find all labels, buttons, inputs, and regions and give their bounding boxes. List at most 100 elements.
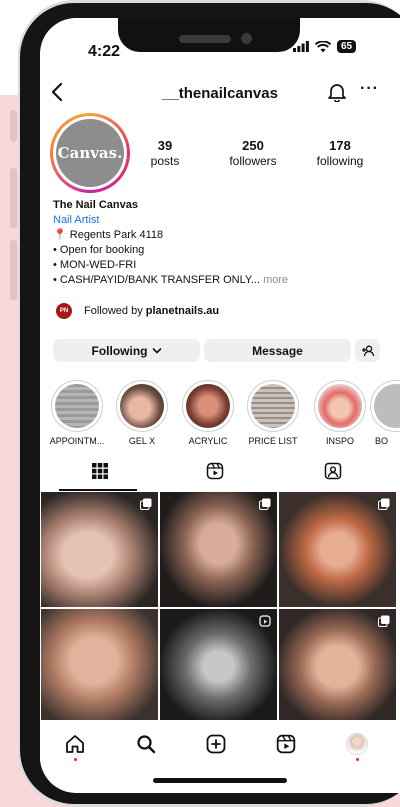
highlight-label: GEL X [128, 436, 156, 446]
avatar-border: Canvas. [53, 116, 127, 190]
grid-post[interactable] [41, 492, 158, 607]
followed-by-prefix: Followed by [84, 305, 143, 317]
create-icon[interactable] [206, 734, 226, 754]
reels-icon [206, 462, 224, 480]
wifi-icon [315, 40, 331, 52]
grid-post[interactable] [160, 492, 277, 607]
bio-line: • MON-WED-FRI [53, 259, 137, 271]
highlight-ring [51, 380, 103, 432]
stat-value: 250 [242, 138, 264, 153]
following-label: Following [91, 343, 148, 358]
grid-post[interactable] [279, 492, 396, 607]
active-tab-indicator [59, 489, 137, 491]
notification-dot [74, 758, 77, 761]
bell-icon[interactable] [328, 82, 346, 102]
highlight-label: BO [375, 436, 389, 446]
island-speaker [179, 35, 231, 43]
highlight-partial[interactable]: BO [370, 380, 400, 446]
profile-username: __thenailcanvas [162, 85, 278, 102]
follower-avatar: PN [56, 303, 72, 319]
reels-icon[interactable] [276, 734, 296, 754]
highlight-price-list[interactable]: PRICE LIST [243, 380, 303, 446]
reel-badge-icon [259, 615, 271, 627]
highlight-cover [55, 384, 99, 428]
follower-logo-text: PN [59, 308, 69, 314]
profile-topbar: __thenailcanvas ··· [40, 80, 400, 110]
grid-post[interactable] [41, 609, 158, 724]
highlight-cover [251, 384, 295, 428]
profile-bio: The Nail Canvas Nail Artist 📍 Regents Pa… [53, 198, 388, 288]
side-button [10, 110, 17, 142]
highlight-cover [120, 384, 164, 428]
bio-line-last: • CASH/PAYID/BANK TRANSFER ONLY... more [53, 273, 388, 288]
notification-dot [356, 758, 359, 761]
avatar: Canvas. [56, 119, 124, 187]
highlight-appointments[interactable]: APPOINTM... [47, 380, 107, 446]
profile-category[interactable]: Nail Artist [53, 213, 388, 228]
side-button [10, 240, 17, 300]
stat-value: 178 [329, 138, 351, 153]
stat-value: 39 [157, 138, 173, 153]
signal-icon [293, 41, 309, 52]
tab-reels[interactable] [155, 462, 275, 492]
profile-name: The Nail Canvas [53, 199, 138, 211]
stat-followers[interactable]: 250 followers [218, 138, 288, 168]
highlight-ring [182, 380, 234, 432]
highlight-label: ACRYLIC [188, 436, 228, 446]
tab-posts-grid[interactable] [40, 462, 160, 492]
stat-posts[interactable]: 39 posts [140, 138, 190, 168]
multi-photo-icon [378, 615, 390, 627]
highlight-inspo[interactable]: INSPO [310, 380, 370, 446]
avatar-logo-text: Canvas. [57, 144, 123, 162]
home-icon[interactable] [65, 734, 85, 754]
bio-more-link[interactable]: more [263, 274, 288, 286]
tab-tagged[interactable] [273, 462, 393, 492]
status-icons: 65 [293, 40, 357, 53]
more-icon[interactable]: ··· [360, 80, 379, 98]
highlight-ring [314, 380, 366, 432]
highlight-label: INSPO [325, 436, 354, 446]
profile-tabs [40, 458, 400, 492]
highlight-ring [116, 380, 168, 432]
highlight-ring [370, 380, 400, 432]
bio-line: • CASH/PAYID/BANK TRANSFER ONLY... [53, 274, 260, 286]
following-button[interactable]: Following [53, 339, 200, 362]
multi-photo-icon [140, 498, 152, 510]
island-camera [241, 33, 252, 44]
profile-icon[interactable] [346, 733, 368, 755]
multi-photo-icon [378, 498, 390, 510]
highlight-cover [186, 384, 230, 428]
followed-by[interactable]: PN Followed by planetnails.au [56, 303, 219, 319]
highlight-label: PRICE LIST [248, 436, 298, 446]
bio-line: • Open for booking [53, 244, 145, 256]
stat-label: followers [229, 154, 277, 168]
highlight-ring [247, 380, 299, 432]
highlight-cover [318, 384, 362, 428]
search-icon[interactable] [136, 734, 156, 754]
message-label: Message [252, 343, 303, 358]
battery-level: 65 [337, 40, 357, 53]
highlight-gel-x[interactable]: GEL X [112, 380, 172, 446]
back-arrow-icon[interactable] [50, 82, 64, 102]
grid-post[interactable] [160, 609, 277, 724]
avatar-story-ring[interactable]: Canvas. [50, 113, 130, 193]
grid-post[interactable] [279, 609, 396, 724]
suggest-people-button[interactable] [355, 339, 380, 362]
bottom-navigation [40, 720, 400, 770]
multi-photo-icon [259, 498, 271, 510]
highlight-acrylic[interactable]: ACRYLIC [178, 380, 238, 446]
stat-label: posts [150, 154, 180, 168]
chevron-down-icon [152, 347, 161, 354]
tagged-icon [324, 462, 342, 480]
stat-label: following [316, 154, 364, 168]
stat-following[interactable]: 178 following [305, 138, 375, 168]
phone-screen: 4:22 65 __thenailcanvas ··· Canvas. 39 p… [40, 18, 400, 793]
grid-icon [92, 463, 108, 479]
dynamic-island [118, 18, 300, 52]
add-person-icon [361, 345, 374, 356]
highlight-cover [374, 384, 400, 428]
message-button[interactable]: Message [204, 339, 351, 362]
status-time: 4:22 [88, 43, 121, 60]
home-indicator [153, 778, 287, 783]
highlight-label: APPOINTM... [49, 436, 105, 446]
